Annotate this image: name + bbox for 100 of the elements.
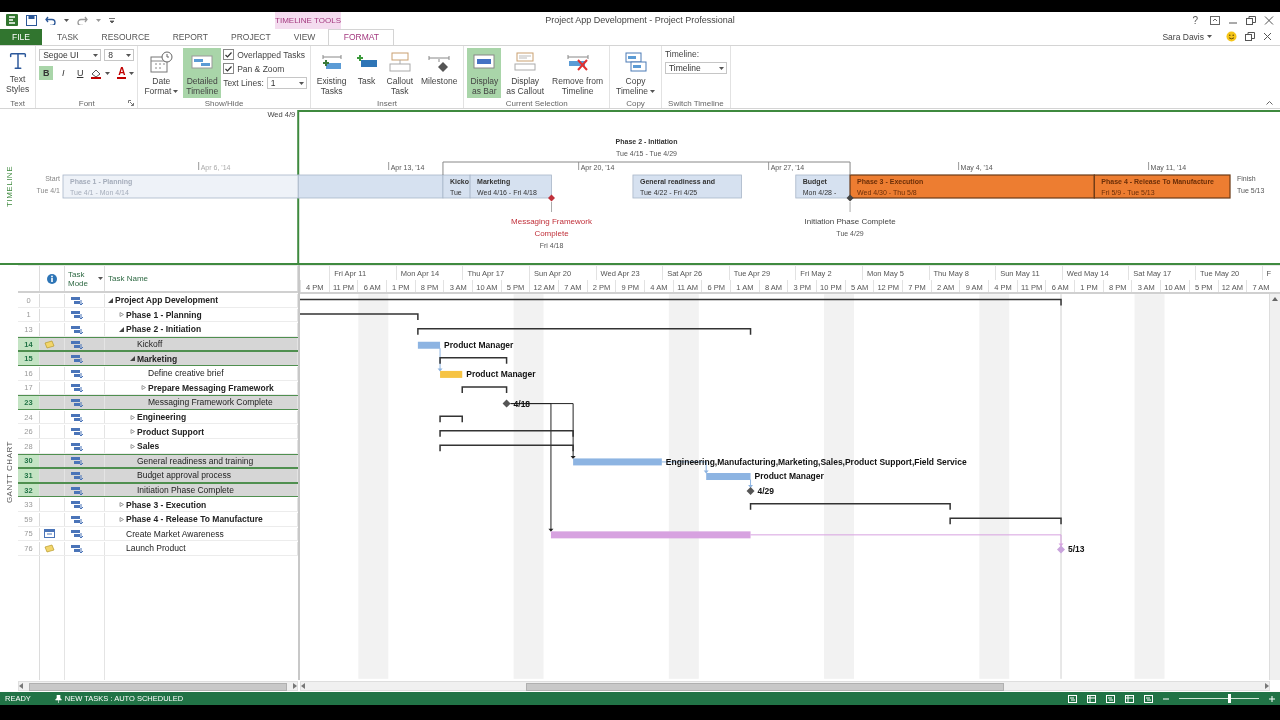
ribbon-button[interactable]: Task: [351, 48, 382, 98]
font-color-button[interactable]: A: [117, 67, 127, 79]
ribbon-button[interactable]: Date Format: [141, 48, 182, 98]
help-button[interactable]: ?: [1188, 15, 1202, 26]
report-view-icon[interactable]: [1144, 694, 1153, 703]
ribbon-tab[interactable]: PROJECT: [221, 28, 281, 45]
text-style-button[interactable]: I: [56, 66, 71, 80]
column-header[interactable]: Task Mode: [68, 269, 98, 288]
customize-toolbar-icon[interactable]: [109, 17, 115, 24]
ribbon-tab[interactable]: FILE: [0, 28, 42, 45]
task-name[interactable]: General readiness and training: [137, 455, 254, 466]
minus-icon[interactable]: [1163, 695, 1169, 702]
caret-icon[interactable]: [64, 19, 69, 22]
caret-icon[interactable]: [98, 277, 103, 280]
highlight-color-icon[interactable]: [90, 67, 103, 79]
vertical-scrollbar[interactable]: [1269, 294, 1280, 680]
task-name[interactable]: Messaging Framework Complete: [148, 397, 273, 408]
task-name[interactable]: Project App Development: [115, 295, 219, 306]
auto-schedule-icon: [71, 441, 83, 451]
text-style-button[interactable]: B: [39, 66, 54, 80]
milestone-diamond[interactable]: [502, 399, 511, 408]
ribbon-tab[interactable]: FORMAT: [328, 28, 395, 45]
caret-icon[interactable]: [298, 81, 304, 85]
milestone-diamond[interactable]: [746, 487, 755, 496]
task-name[interactable]: Prepare Messaging Framework: [148, 382, 274, 393]
horizontal-scrollbar[interactable]: [18, 681, 298, 691]
zoom-slider-thumb[interactable]: [1227, 694, 1231, 703]
summary-bracket: [461, 386, 508, 394]
gantt-view-icon[interactable]: [1068, 694, 1077, 703]
task-name[interactable]: Phase 2 - Initiation: [126, 324, 202, 335]
checkbox[interactable]: [223, 63, 235, 74]
task-name[interactable]: Sales: [137, 441, 160, 452]
window-title: Project App Development - Project Professional: [545, 14, 735, 28]
task-name[interactable]: Budget approval process: [137, 470, 232, 481]
ribbon-tab[interactable]: REPORT: [162, 28, 218, 45]
task-name[interactable]: Product Support: [137, 426, 205, 437]
caret-icon[interactable]: [93, 53, 99, 57]
ribbon-tab[interactable]: RESOURCE: [91, 28, 160, 45]
scroll-right-icon[interactable]: [293, 683, 297, 689]
ribbon-button[interactable]: Remove from Timeline: [549, 48, 607, 98]
user-name[interactable]: Sara Davis: [1156, 31, 1218, 43]
timeline-combo[interactable]: Timeline: [664, 62, 727, 74]
ribbon-button[interactable]: Display as Bar: [467, 48, 502, 98]
ribbon-display-icon[interactable]: [1210, 16, 1220, 25]
scroll-up-icon[interactable]: [1272, 297, 1278, 301]
restore-icon[interactable]: [1246, 16, 1256, 25]
font-size-combo[interactable]: 8: [104, 49, 135, 61]
task-name[interactable]: Create Market Awareness: [126, 528, 224, 539]
ribbon-button[interactable]: Existing Tasks: [313, 48, 350, 98]
caret-icon[interactable]: [105, 71, 111, 75]
smiley-icon[interactable]: [1226, 31, 1237, 43]
task-name[interactable]: Initiation Phase Complete: [137, 485, 234, 495]
collapse-triangle-icon[interactable]: [119, 327, 124, 332]
caret-icon[interactable]: [126, 53, 132, 57]
caret-icon[interactable]: [718, 66, 724, 70]
ribbon-button[interactable]: Callout Task: [383, 48, 416, 98]
scroll-thumb[interactable]: [526, 683, 1004, 691]
collapse-triangle-icon[interactable]: [108, 297, 113, 303]
close-icon[interactable]: [1263, 32, 1272, 42]
caret-icon[interactable]: [649, 90, 655, 94]
scroll-right-icon[interactable]: [1265, 683, 1269, 689]
task-name[interactable]: Phase 1 - Planning: [126, 309, 202, 320]
caret-icon[interactable]: [1207, 35, 1212, 39]
text-lines-combo[interactable]: 1: [266, 77, 307, 89]
dialog-launcher-icon[interactable]: [128, 100, 135, 106]
collapse-ribbon-icon[interactable]: [1266, 101, 1273, 105]
plus-icon[interactable]: [1269, 695, 1275, 702]
caret-icon[interactable]: [129, 71, 135, 75]
text-style-button[interactable]: U: [73, 66, 88, 80]
task-name[interactable]: Kickoff: [137, 339, 163, 350]
checkbox[interactable]: [223, 49, 235, 60]
task-name[interactable]: Define creative brief: [148, 368, 224, 379]
ribbon-button[interactable]: Milestone: [418, 48, 461, 98]
callout-display-icon: [513, 50, 538, 74]
task-usage-icon[interactable]: [1087, 694, 1096, 703]
task-name[interactable]: Marketing: [137, 353, 178, 364]
task-name[interactable]: Engineering: [137, 412, 187, 423]
calendar-view-icon[interactable]: [1106, 694, 1115, 703]
ribbon-button[interactable]: Copy Timeline: [613, 48, 658, 98]
ribbon-tab[interactable]: TASK: [46, 28, 89, 45]
caret-icon[interactable]: [173, 90, 179, 94]
task-name[interactable]: Phase 4 - Release To Manufacture: [126, 514, 263, 525]
scroll-left-icon[interactable]: [19, 683, 23, 689]
task-name[interactable]: Launch Product: [126, 543, 186, 554]
task-name[interactable]: Phase 3 - Execution: [126, 499, 207, 510]
redo-icon[interactable]: [77, 15, 88, 26]
ribbon-button[interactable]: Detailed Timeline: [183, 48, 222, 98]
sheet-view-icon[interactable]: [1125, 694, 1134, 703]
save-icon[interactable]: [26, 15, 37, 26]
column-header[interactable]: Task Name: [108, 274, 148, 283]
undo-icon[interactable]: [45, 15, 56, 26]
collapse-triangle-icon[interactable]: [130, 356, 135, 362]
font-name-combo[interactable]: Segoe UI: [39, 49, 102, 61]
ribbon-button[interactable]: Text Styles: [3, 48, 33, 98]
ribbon-button[interactable]: Display as Callout: [503, 48, 548, 98]
horizontal-scrollbar[interactable]: [300, 681, 1270, 691]
scroll-thumb[interactable]: [29, 683, 287, 691]
ribbon-tab[interactable]: VIEW: [283, 28, 326, 45]
restore-icon[interactable]: [1245, 32, 1255, 42]
scroll-left-icon[interactable]: [301, 683, 305, 689]
